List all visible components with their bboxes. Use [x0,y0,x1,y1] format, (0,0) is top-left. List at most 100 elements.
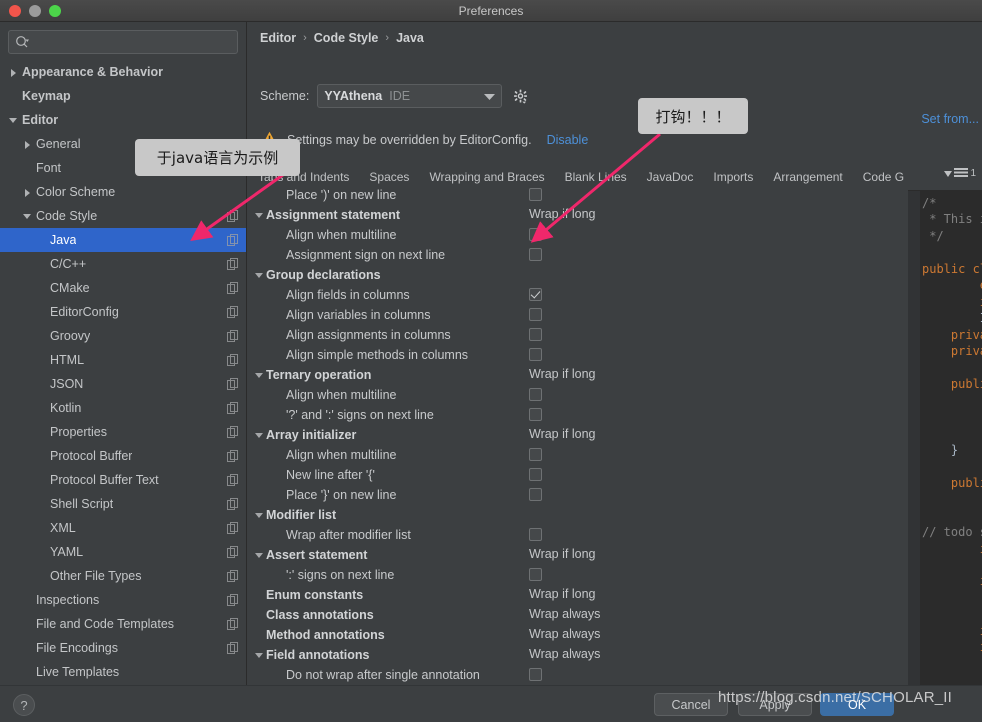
setting-checkbox[interactable] [529,288,542,301]
setting-row[interactable]: Field annotations Wrap always [248,645,654,665]
setting-row[interactable]: '?' and ':' signs on next line [248,405,654,425]
sidebar-item-code-style[interactable]: Code Style [0,204,246,228]
copy-icon[interactable] [227,522,238,534]
sidebar-item-c-c[interactable]: C/C++ [0,252,246,276]
sidebar-item-json[interactable]: JSON [0,372,246,396]
code-preview[interactable]: /* * This is a sample file. */ public cl… [908,190,982,705]
sidebar-item-color-scheme[interactable]: Color Scheme [0,180,246,204]
sidebar-item-live-templates[interactable]: Live Templates [0,660,246,684]
sidebar-item-yaml[interactable]: YAML [0,540,246,564]
copy-icon[interactable] [227,546,238,558]
scheme-dropdown[interactable]: YYAthena IDE [317,84,503,108]
setting-checkbox[interactable] [529,408,542,421]
copy-icon[interactable] [227,258,238,270]
setting-row[interactable]: Wrap after modifier list [248,525,654,545]
setting-checkbox[interactable] [529,248,542,261]
setting-checkbox[interactable] [529,328,542,341]
sidebar-item-keymap[interactable]: Keymap [0,84,246,108]
setting-value[interactable]: Wrap if long [529,207,595,221]
setting-row[interactable]: Align when multiline [248,445,654,465]
chevron-down-icon[interactable] [252,648,266,662]
sidebar-item-cmake[interactable]: CMake [0,276,246,300]
tab-arrangement[interactable]: Arrangement [763,164,852,188]
gear-icon[interactable] [510,86,530,106]
copy-icon[interactable] [227,642,238,654]
chevron-down-icon[interactable] [252,548,266,562]
sidebar-item-file-encodings[interactable]: File Encodings [0,636,246,660]
apply-button[interactable]: Apply [738,693,812,716]
copy-icon[interactable] [227,618,238,630]
setting-checkbox[interactable] [529,388,542,401]
setting-value[interactable]: Wrap if long [529,367,595,381]
copy-icon[interactable] [227,234,238,246]
breadcrumb-item[interactable]: Editor [260,31,296,45]
ok-button[interactable]: OK [820,693,894,716]
sidebar-item-file-and-code-templates[interactable]: File and Code Templates [0,612,246,636]
sidebar-item-html[interactable]: HTML [0,348,246,372]
disable-editorconfig-link[interactable]: Disable [547,133,589,147]
sidebar-item-inspections[interactable]: Inspections [0,588,246,612]
setting-value[interactable]: Wrap always [529,607,600,621]
search-box[interactable] [8,30,238,54]
sidebar-item-java[interactable]: Java [0,228,246,252]
copy-icon[interactable] [227,330,238,342]
setting-checkbox[interactable] [529,308,542,321]
copy-icon[interactable] [227,594,238,606]
tab-imports[interactable]: Imports [703,164,763,188]
setting-value[interactable]: Wrap if long [529,547,595,561]
sidebar-item-editor[interactable]: Editor [0,108,246,132]
copy-icon[interactable] [227,570,238,582]
copy-icon[interactable] [227,282,238,294]
sidebar-item-editorconfig[interactable]: EditorConfig [0,300,246,324]
setting-row[interactable]: Modifier list [248,505,654,525]
setting-checkbox[interactable] [529,468,542,481]
setting-row[interactable]: Class annotations Wrap always [248,605,654,625]
copy-icon[interactable] [227,402,238,414]
copy-icon[interactable] [227,450,238,462]
chevron-down-icon[interactable] [252,208,266,222]
sidebar-item-protocol-buffer-text[interactable]: Protocol Buffer Text [0,468,246,492]
search-input[interactable] [33,35,231,49]
setting-checkbox[interactable] [529,228,542,241]
setting-checkbox[interactable] [529,348,542,361]
tab-code-g[interactable]: Code G [853,164,914,188]
setting-checkbox[interactable] [529,448,542,461]
setting-row[interactable]: Align when multiline [248,225,654,245]
sidebar-item-groovy[interactable]: Groovy [0,324,246,348]
breadcrumb-item[interactable]: Java [396,31,424,45]
setting-checkbox[interactable] [529,668,542,681]
copy-icon[interactable] [227,474,238,486]
setting-checkbox[interactable] [529,528,542,541]
chevron-down-icon[interactable] [8,115,19,126]
chevron-down-icon[interactable] [252,268,266,282]
copy-icon[interactable] [227,354,238,366]
chevron-down-icon[interactable] [252,368,266,382]
set-from-link[interactable]: Set from... [921,112,979,126]
setting-value[interactable]: Wrap always [529,647,600,661]
sidebar-item-shell-script[interactable]: Shell Script [0,492,246,516]
setting-row[interactable]: Align fields in columns [248,285,654,305]
tab-overflow-button[interactable]: 1 [944,164,982,179]
cancel-button[interactable]: Cancel [654,693,728,716]
breadcrumb-item[interactable]: Code Style [314,31,379,45]
setting-row[interactable]: Align assignments in columns [248,325,654,345]
setting-value[interactable]: Wrap always [529,627,600,641]
setting-row[interactable]: Ternary operation Wrap if long [248,365,654,385]
setting-row[interactable]: Align simple methods in columns [248,345,654,365]
sidebar-item-kotlin[interactable]: Kotlin [0,396,246,420]
setting-row[interactable]: ':' signs on next line [248,565,654,585]
chevron-right-icon[interactable] [8,67,19,78]
chevron-down-icon[interactable] [22,211,33,222]
sidebar-item-appearance-behavior[interactable]: Appearance & Behavior [0,60,246,84]
copy-icon[interactable] [227,378,238,390]
setting-checkbox[interactable] [529,488,542,501]
setting-row[interactable]: Do not wrap after single annotation [248,665,654,685]
sidebar-item-xml[interactable]: XML [0,516,246,540]
setting-row[interactable]: Assignment statement Wrap if long [248,205,654,225]
setting-row[interactable]: Align variables in columns [248,305,654,325]
copy-icon[interactable] [227,498,238,510]
setting-row[interactable]: Assert statement Wrap if long [248,545,654,565]
setting-row[interactable]: Array initializer Wrap if long [248,425,654,445]
setting-checkbox[interactable] [529,568,542,581]
setting-row[interactable]: Align when multiline [248,385,654,405]
